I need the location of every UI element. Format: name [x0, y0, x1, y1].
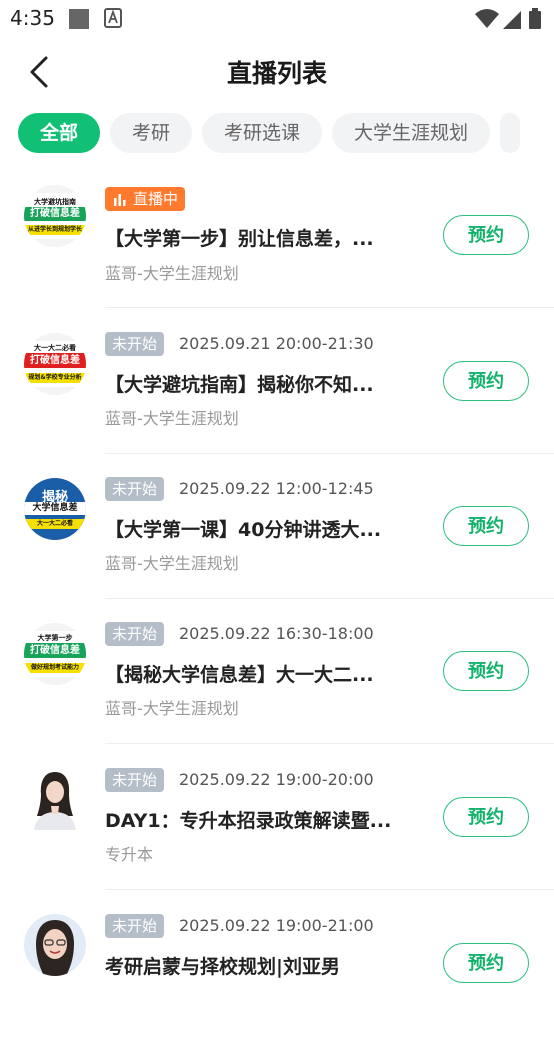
host-portrait — [34, 772, 76, 830]
live-thumbnail: 大一大二必看 打破信息差 规划&学校专业分析 — [24, 333, 86, 395]
cellular-icon — [503, 11, 521, 29]
list-item[interactable]: 揭秘 大学信息差 大一大二必看 未开始 2025.09.22 12:00-12:… — [0, 461, 554, 606]
thumb-line: 从进学长到规划学长 — [24, 225, 86, 235]
live-time: 2025.09.22 19:00-21:00 — [179, 916, 374, 935]
live-thumbnail: 揭秘 大学信息差 大一大二必看 — [24, 478, 86, 540]
status-time: 4:35 — [10, 6, 55, 30]
list-item[interactable]: 大一大二必看 打破信息差 规划&学校专业分析 未开始 2025.09.21 20… — [0, 316, 554, 461]
reserve-button[interactable]: 预约 — [443, 506, 529, 546]
wifi-icon — [475, 9, 499, 28]
list-item[interactable]: 未开始 2025.09.22 19:00-20:00 DAY1：专升本招录政策解… — [0, 752, 554, 897]
item-subtitle: 蓝哥-大学生涯规划 — [105, 554, 239, 573]
thumb-line: 规划&学校专业分析 — [24, 373, 86, 383]
reserve-button[interactable]: 预约 — [443, 797, 529, 837]
host-photo — [24, 914, 86, 976]
app-square-icon — [69, 9, 89, 29]
item-title: 考研启蒙与择校规划|刘亚男 — [105, 956, 340, 978]
tab-all[interactable]: 全部 — [18, 113, 101, 153]
item-subtitle: 蓝哥-大学生涯规划 — [105, 699, 239, 718]
divider — [105, 307, 554, 308]
divider — [105, 889, 554, 890]
thumb-line: 大学避坑指南 — [34, 198, 76, 206]
thumb-line: 大学信息差 — [24, 502, 86, 515]
host-portrait — [36, 920, 74, 976]
list-item[interactable]: 未开始 2025.09.22 19:00-21:00 考研启蒙与择校规划|刘亚男… — [0, 898, 554, 1043]
status-badge: 未开始 — [105, 768, 165, 792]
item-subtitle: 蓝哥-大学生涯规划 — [105, 264, 239, 283]
tab-kaoyan[interactable]: 考研 — [110, 113, 193, 153]
status-badge: 未开始 — [105, 914, 165, 938]
divider — [105, 743, 554, 744]
item-title: 【大学避坑指南】揭秘你不知... — [105, 374, 374, 396]
thumb-line: 打破信息差 — [24, 207, 86, 221]
live-time: 2025.09.22 12:00-12:45 — [179, 479, 374, 498]
reserve-button[interactable]: 预约 — [443, 361, 529, 401]
host-photo — [24, 768, 86, 830]
page-title: 直播列表 — [226, 59, 327, 88]
live-time: 2025.09.22 16:30-18:00 — [179, 624, 374, 643]
live-time: 2025.09.22 19:00-20:00 — [179, 770, 374, 789]
battery-icon — [529, 8, 541, 29]
reserve-button[interactable]: 预约 — [443, 651, 529, 691]
item-title: 【大学第一课】40分钟讲透大... — [105, 519, 382, 541]
thumb-line: 做好规划考试能力 — [24, 663, 86, 673]
thumb-line: 打破信息差 — [24, 643, 86, 658]
nav-bar: 直播列表 — [0, 40, 554, 102]
status-badge: 未开始 — [105, 622, 165, 646]
live-time: 2025.09.21 20:00-21:30 — [179, 334, 374, 353]
reserve-button[interactable]: 预约 — [443, 215, 529, 255]
status-badge: 未开始 — [105, 477, 165, 501]
status-badge: 未开始 — [105, 332, 165, 356]
live-thumbnail: 大学第一步 打破信息差 做好规划考试能力 — [24, 623, 86, 685]
item-title: DAY1：专升本招录政策解读暨... — [105, 810, 392, 832]
divider — [105, 598, 554, 599]
status-badge-text: 直播中 — [133, 190, 179, 208]
item-subtitle: 专升本 — [105, 845, 154, 864]
divider — [105, 453, 554, 454]
item-title: 【大学第一步】别让信息差，... — [105, 228, 374, 250]
tab-more[interactable] — [500, 113, 521, 153]
thumb-line: 大一大二必看 — [34, 344, 76, 352]
item-subtitle: 蓝哥-大学生涯规划 — [105, 409, 239, 428]
thumb-line: 大学第一步 — [37, 634, 73, 642]
live-thumbnail: 大学避坑指南 打破信息差 从进学长到规划学长 — [24, 185, 86, 247]
font-app-icon — [104, 8, 122, 28]
list-item[interactable]: 大学第一步 打破信息差 做好规划考试能力 未开始 2025.09.22 16:3… — [0, 606, 554, 751]
status-bar: 4:35 — [0, 0, 554, 36]
status-badge: 直播中 — [105, 187, 186, 211]
thumb-line: 大一大二必看 — [24, 519, 86, 529]
thumb-line: 打破信息差 — [24, 353, 86, 368]
reserve-button[interactable]: 预约 — [443, 943, 529, 983]
category-tabs: 全部 考研 考研选课 大学生涯规划 — [18, 113, 554, 153]
live-bars-icon — [114, 194, 126, 206]
tab-career-planning[interactable]: 大学生涯规划 — [332, 113, 491, 153]
item-title: 【揭秘大学信息差】大一大二... — [105, 664, 374, 686]
list-item[interactable]: 大学避坑指南 打破信息差 从进学长到规划学长 直播中 【大学第一步】别让信息差，… — [0, 170, 554, 315]
tab-kaoyan-course[interactable]: 考研选课 — [202, 113, 323, 153]
